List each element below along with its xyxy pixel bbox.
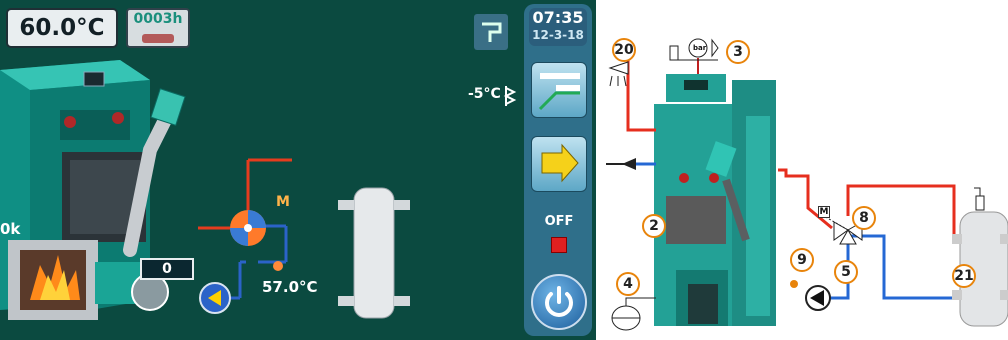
valve-label: M [276, 194, 290, 210]
outdoor-temperature: -5°C [468, 86, 501, 102]
circulation-pump-icon [199, 282, 231, 314]
callout-5: 5 [834, 260, 858, 284]
hours-bar [142, 34, 174, 43]
left-label: 0k [0, 220, 21, 238]
valve-motor-label: M [818, 206, 830, 218]
operating-hours-value: 0003h [133, 11, 183, 27]
chart-icon [538, 73, 580, 111]
callout-4: 4 [616, 272, 640, 296]
outdoor-radiator-icon [503, 86, 517, 106]
callout-21: 21 [952, 264, 976, 288]
clock-date: 12-3-18 [532, 28, 584, 42]
controller-screen: 60.0°C 0003h 0k 0 M 57.0°C -5°C 07:35 12… [0, 0, 596, 340]
callout-9: 9 [790, 248, 814, 272]
temperature-sensor-icon [273, 261, 283, 271]
pressure-gauge-label: bar [693, 44, 707, 52]
installation-schematic: bar M 20 3 2 4 8 9 5 21 [596, 0, 1008, 340]
callout-8: 8 [852, 206, 876, 230]
arrow-right-icon [541, 143, 579, 183]
buffer-tank [952, 187, 1008, 327]
operating-hours-display[interactable]: 0003h [126, 8, 190, 48]
sensor-temperature: 57.0°C [262, 278, 318, 296]
boiler-temperature-display[interactable]: 60.0°C [6, 8, 118, 48]
power-button[interactable] [531, 274, 587, 330]
menu-button[interactable] [531, 136, 587, 192]
mixing-valve-icon [230, 210, 266, 246]
callout-3: 3 [726, 40, 750, 64]
status-label: OFF [544, 214, 574, 229]
clock-display[interactable]: 07:35 12-3-18 [529, 8, 587, 46]
power-icon [545, 286, 573, 317]
boiler-unit [654, 74, 776, 326]
status-indicator [551, 237, 567, 253]
thermal-discharge-icon [608, 61, 629, 87]
callout-2: 2 [642, 214, 666, 238]
buffer-tank-icon [338, 187, 410, 319]
clock-time: 07:35 [532, 8, 584, 27]
pump-icon [790, 280, 831, 311]
expansion-vessel-icon [611, 297, 656, 331]
tap-water-icon[interactable] [474, 14, 508, 50]
set-value-field[interactable]: 0 [140, 258, 194, 280]
callout-20: 20 [612, 38, 636, 62]
schematic-graphics [606, 38, 1008, 331]
chart-settings-button[interactable] [531, 62, 587, 118]
